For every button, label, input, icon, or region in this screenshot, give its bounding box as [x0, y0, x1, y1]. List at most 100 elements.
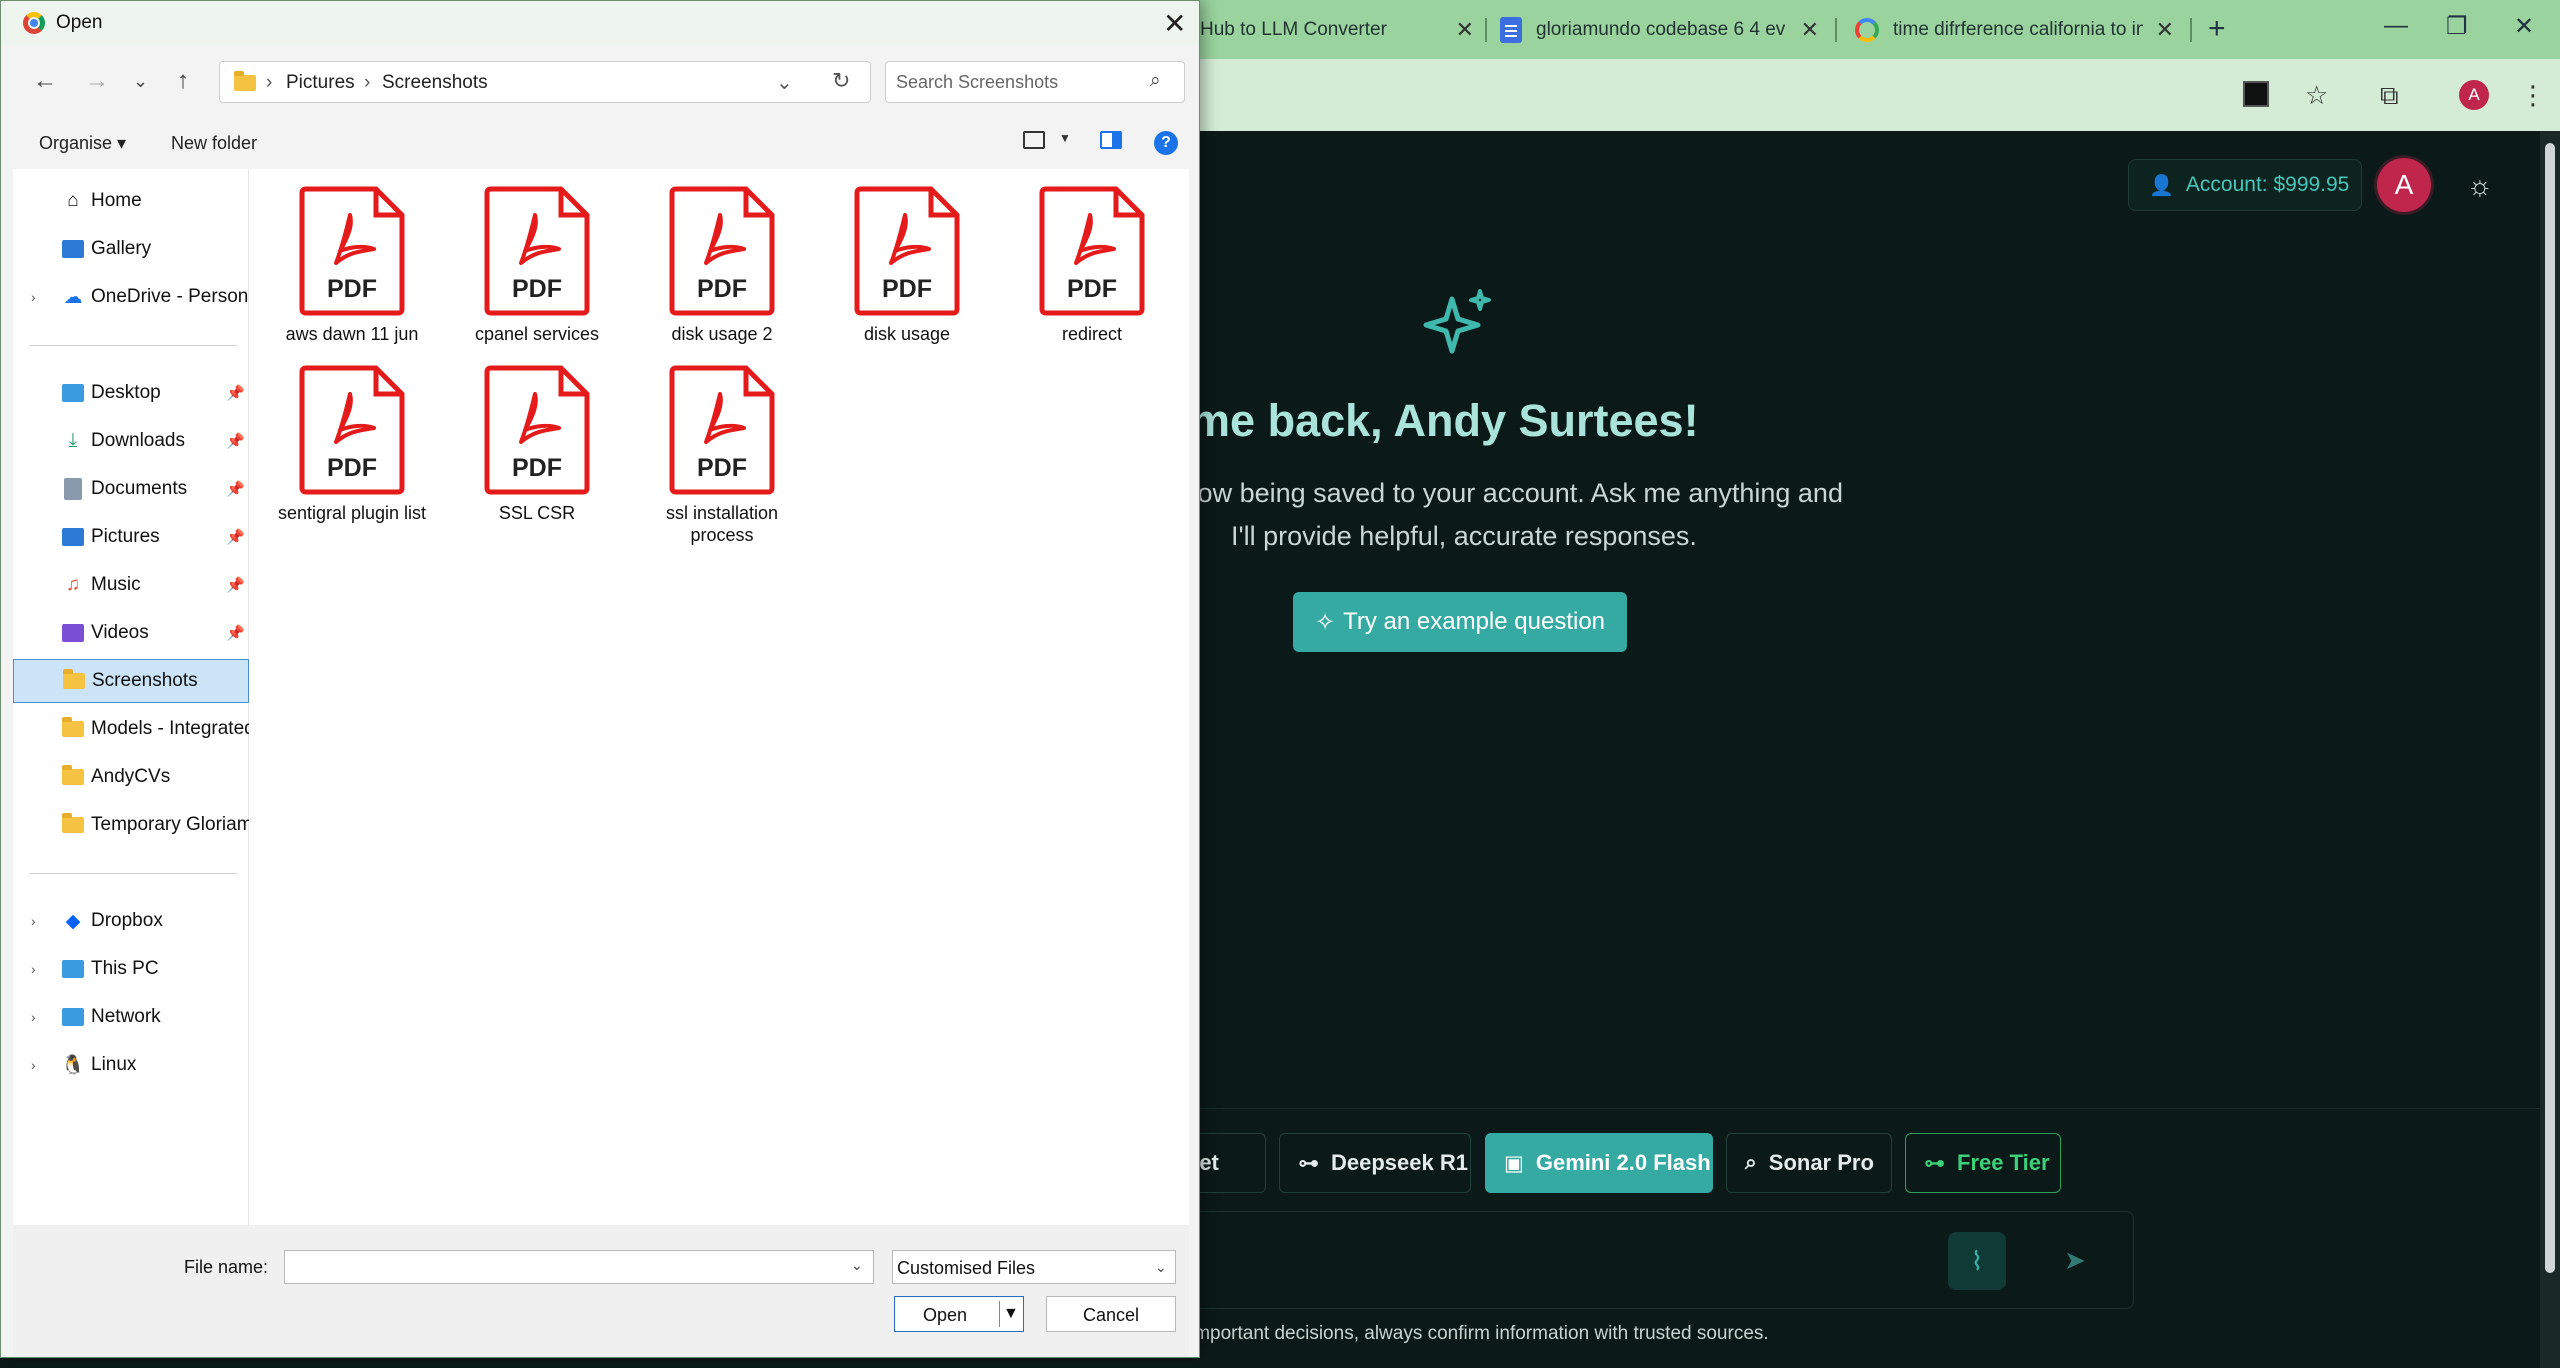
- file-item[interactable]: PDF ssl installation process: [642, 364, 802, 546]
- model-gemini-button[interactable]: ▣ Gemini 2.0 Flash: [1485, 1133, 1713, 1193]
- extension-icon[interactable]: [2243, 81, 2269, 107]
- pdf-label: PDF: [512, 275, 562, 303]
- view-dropdown-icon[interactable]: ▼: [1059, 131, 1071, 145]
- file-item[interactable]: PDF disk usage: [827, 185, 987, 345]
- nav-item-documents[interactable]: Documents 📌: [13, 467, 249, 511]
- nav-item-andycvs[interactable]: AndyCVs: [13, 755, 249, 799]
- minimize-button[interactable]: —: [2384, 12, 2408, 40]
- tab-close-icon[interactable]: ✕: [2156, 17, 2174, 43]
- new-folder-button[interactable]: New folder: [171, 133, 257, 154]
- organise-button[interactable]: Organise ▾: [39, 133, 126, 154]
- restore-button[interactable]: ❐: [2446, 12, 2468, 41]
- nav-item-dropbox[interactable]: › ◆ Dropbox: [13, 899, 249, 943]
- pin-icon[interactable]: 📌: [226, 624, 245, 642]
- tab-close-icon[interactable]: ✕: [1801, 17, 1819, 43]
- nav-item-music[interactable]: ♫ Music 📌: [13, 563, 249, 607]
- theme-toggle-sun-icon[interactable]: ☼: [2467, 170, 2493, 202]
- address-breadcrumb[interactable]: › Pictures › Screenshots ⌄ ↻: [219, 61, 871, 103]
- nav-item-network[interactable]: › Network: [13, 995, 249, 1039]
- view-options-icon[interactable]: [1023, 131, 1045, 149]
- pdf-label: PDF: [697, 454, 747, 482]
- bookmark-star-icon[interactable]: ☆: [2305, 80, 2328, 111]
- nav-item-home[interactable]: ⌂ Home: [13, 179, 249, 223]
- expand-chevron-icon[interactable]: ›: [31, 913, 36, 929]
- nav-item-this-pc[interactable]: › This PC: [13, 947, 249, 991]
- open-button[interactable]: Open ▼: [894, 1296, 1024, 1332]
- nav-item-screenshots[interactable]: Screenshots: [13, 659, 249, 703]
- nav-item-gallery[interactable]: Gallery: [13, 227, 249, 271]
- tab-label: time difrference california to ind: [1893, 19, 2143, 40]
- home-icon: ⌂: [67, 190, 79, 211]
- file-item[interactable]: PDF redirect: [1012, 185, 1172, 345]
- chevron-down-icon[interactable]: ⌄: [851, 1257, 863, 1274]
- file-item[interactable]: PDF disk usage 2: [642, 185, 802, 345]
- address-dropdown-icon[interactable]: ⌄: [776, 70, 793, 95]
- forward-arrow-icon[interactable]: →: [85, 67, 109, 95]
- nav-item-desktop[interactable]: Desktop 📌: [13, 371, 249, 415]
- tab-codebase[interactable]: gloriamundo codebase 6 4 even ✕: [1500, 10, 1825, 50]
- back-arrow-icon[interactable]: ←: [33, 67, 57, 95]
- file-item[interactable]: PDF cpanel services: [457, 185, 617, 345]
- file-name-combobox[interactable]: ⌄: [284, 1250, 874, 1284]
- help-icon[interactable]: ?: [1154, 131, 1178, 155]
- expand-chevron-icon[interactable]: ›: [31, 961, 36, 977]
- folder-icon: [234, 71, 256, 91]
- recent-chevron-down-icon[interactable]: ⌄: [133, 71, 148, 92]
- account-balance-button[interactable]: 👤 Account: $999.95: [2128, 159, 2362, 211]
- file-item[interactable]: PDF sentigral plugin list: [272, 364, 432, 524]
- file-name-label: File name:: [184, 1257, 269, 1277]
- file-name-input[interactable]: [291, 1256, 841, 1278]
- open-dropdown-icon[interactable]: ▼: [1003, 1305, 1019, 1323]
- nav-item-videos[interactable]: Videos 📌: [13, 611, 249, 655]
- breadcrumb-pictures[interactable]: Pictures: [286, 72, 355, 94]
- pin-icon[interactable]: 📌: [226, 480, 245, 498]
- file-item[interactable]: PDF aws dawn 11 jun: [272, 185, 432, 345]
- expand-chevron-icon[interactable]: ›: [31, 1009, 36, 1025]
- pin-icon[interactable]: 📌: [226, 576, 245, 594]
- cancel-button[interactable]: Cancel: [1046, 1296, 1176, 1332]
- dialog-close-icon[interactable]: ✕: [1163, 7, 1186, 40]
- breadcrumb-chevron-icon: ›: [364, 72, 371, 93]
- window-close-button[interactable]: ✕: [2514, 12, 2534, 41]
- nav-item-temporary-gloriamundo[interactable]: Temporary Gloriamundo: [13, 803, 249, 847]
- nav-label: Downloads: [91, 430, 185, 451]
- nav-item-models-integrated[interactable]: Models - Integrated: [13, 707, 249, 751]
- tab-close-icon[interactable]: ✕: [1456, 17, 1474, 43]
- docs-icon: [1500, 17, 1522, 43]
- new-tab-button[interactable]: +: [2208, 12, 2226, 46]
- refresh-icon[interactable]: ↻: [832, 68, 850, 94]
- search-input[interactable]: [896, 70, 1136, 94]
- nav-item-linux[interactable]: › 🐧 Linux: [13, 1043, 249, 1087]
- profile-avatar[interactable]: A: [2459, 80, 2489, 110]
- search-box[interactable]: ⌕: [885, 61, 1185, 103]
- page-scrollbar[interactable]: [2540, 131, 2560, 1368]
- file-item[interactable]: PDF SSL CSR: [457, 364, 617, 524]
- user-avatar[interactable]: A: [2377, 158, 2431, 212]
- model-sonar-button[interactable]: ⌕ Sonar Pro: [1726, 1133, 1892, 1193]
- model-deepseek-button[interactable]: ⊶ Deepseek R1: [1279, 1133, 1471, 1193]
- pin-icon[interactable]: 📌: [226, 432, 245, 450]
- tab-hub-converter[interactable]: Hub to LLM Converter ✕: [1200, 10, 1480, 50]
- model-free-tier-button[interactable]: ⊶ Free Tier: [1905, 1133, 2061, 1193]
- send-icon[interactable]: ➤: [2064, 1245, 2086, 1276]
- menu-kebab-icon[interactable]: ⋮: [2520, 80, 2546, 111]
- nav-item-pictures[interactable]: Pictures 📌: [13, 515, 249, 559]
- try-example-button[interactable]: ✧ Try an example question: [1293, 592, 1627, 652]
- tab-time-difference[interactable]: time difrference california to ind ✕: [1855, 10, 2180, 50]
- up-arrow-icon[interactable]: ↑: [177, 67, 189, 95]
- pin-icon[interactable]: 📌: [226, 384, 245, 402]
- videos-icon: [61, 622, 85, 644]
- nav-item-downloads[interactable]: ⤓ Downloads 📌: [13, 419, 249, 463]
- breadcrumb-screenshots[interactable]: Screenshots: [382, 72, 488, 94]
- expand-chevron-icon[interactable]: ›: [31, 289, 36, 305]
- pin-icon[interactable]: 📌: [226, 528, 245, 546]
- scrollbar-thumb[interactable]: [2545, 143, 2555, 1273]
- attach-paperclip-icon[interactable]: ⌇: [1948, 1232, 2006, 1290]
- preview-pane-icon[interactable]: [1100, 131, 1122, 149]
- file-type-select[interactable]: Customised Files ⌄: [892, 1250, 1176, 1284]
- nav-item-onedrive[interactable]: › ☁ OneDrive - Personal: [13, 275, 249, 319]
- tab-separator: [2190, 18, 2192, 42]
- extensions-puzzle-icon[interactable]: ⧉: [2380, 80, 2399, 112]
- expand-chevron-icon[interactable]: ›: [31, 1057, 36, 1073]
- search-icon[interactable]: ⌕: [1150, 70, 1161, 92]
